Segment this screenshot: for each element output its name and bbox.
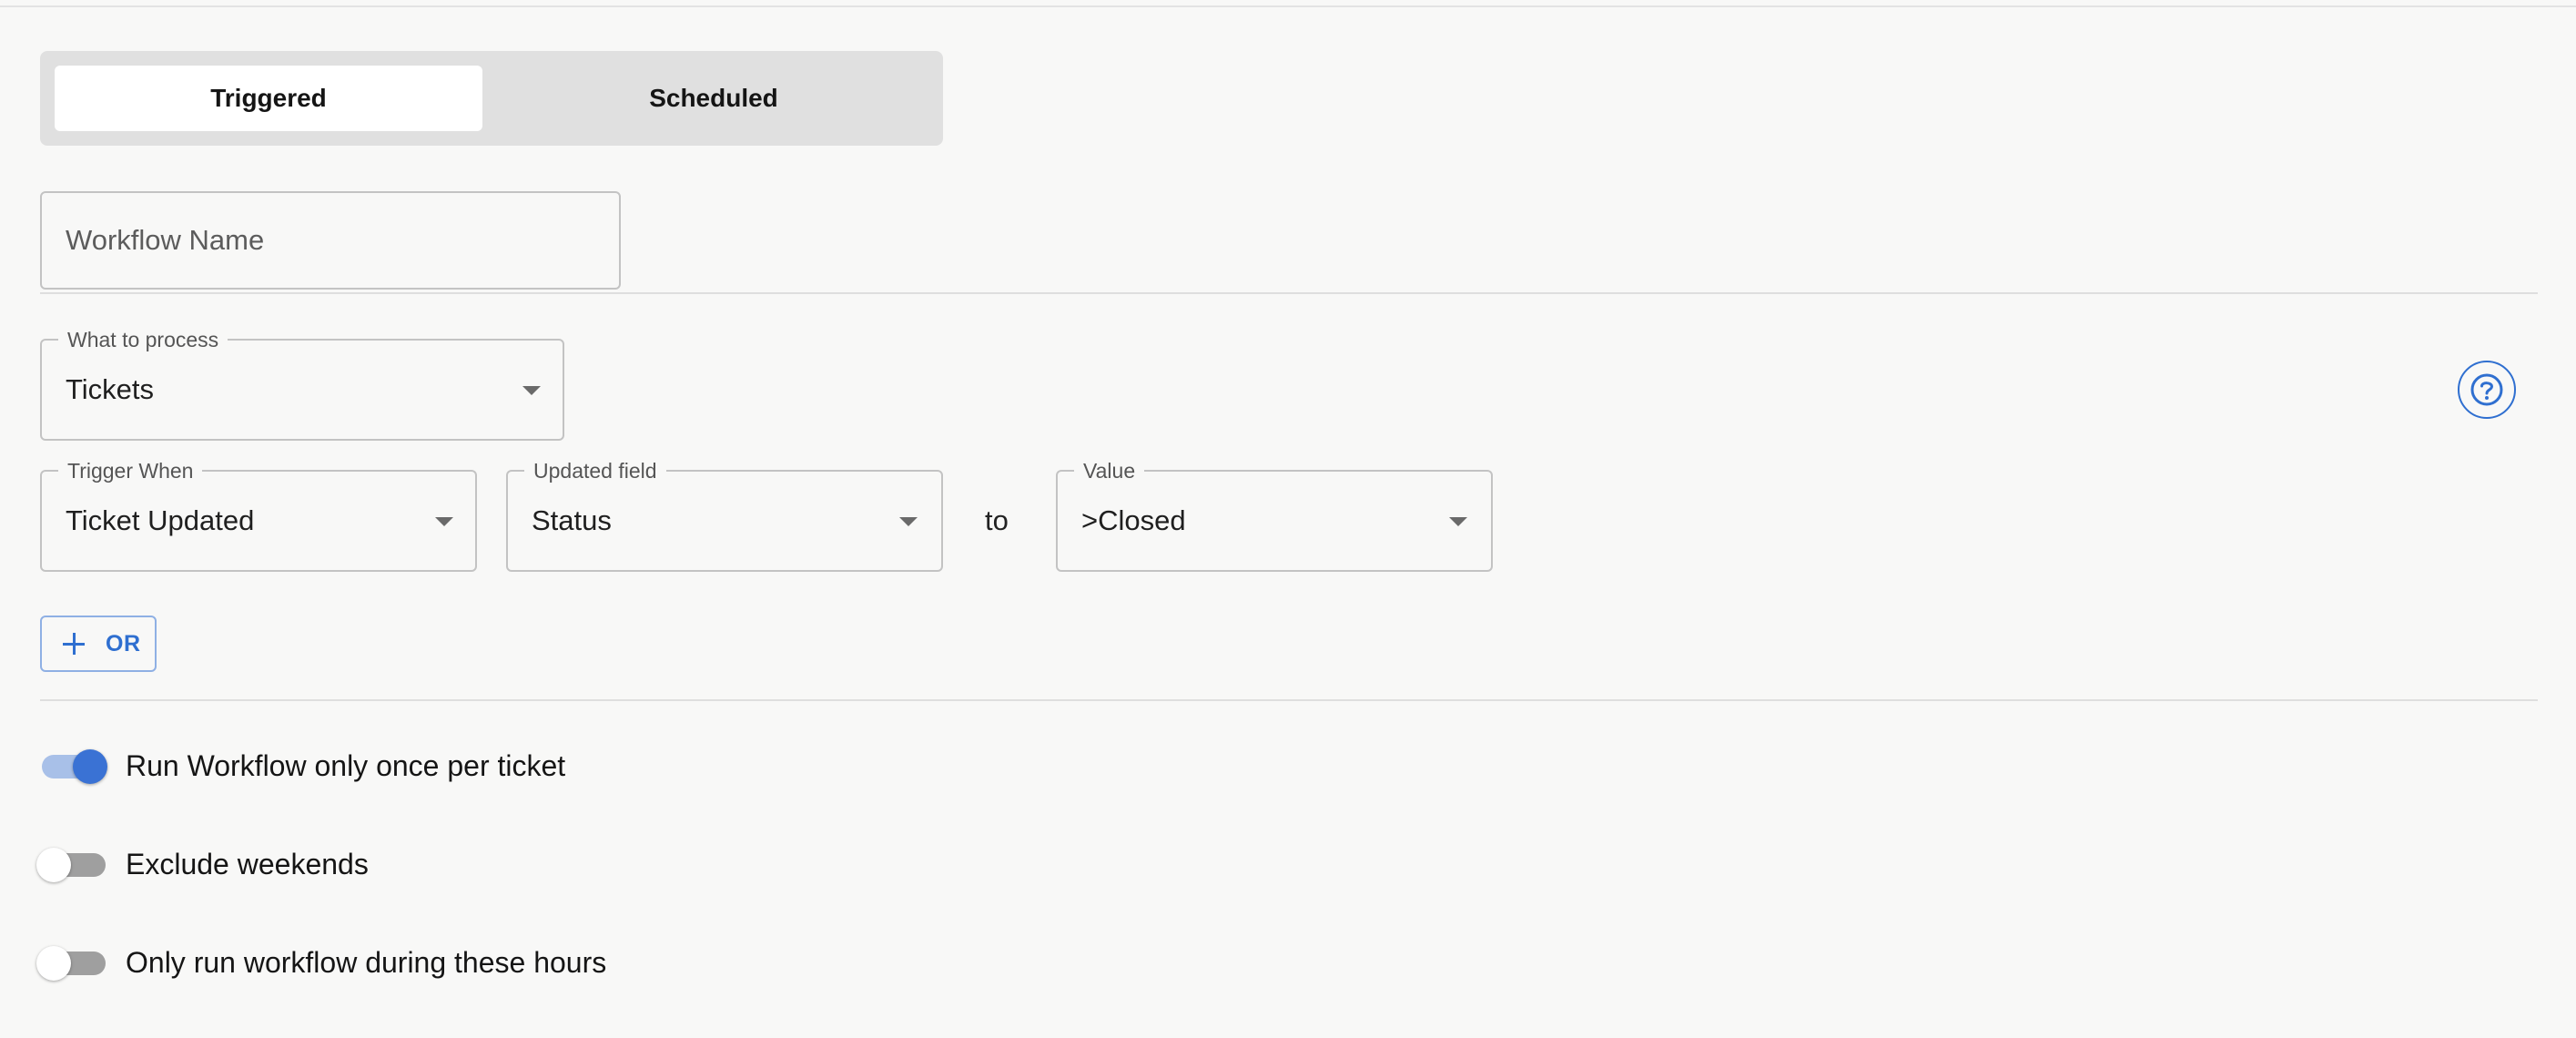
updated-field-select[interactable]: Updated field Status <box>506 459 943 572</box>
process-select-value: Tickets <box>66 373 155 405</box>
process-select[interactable]: What to process Tickets <box>40 328 564 441</box>
toggle-thumb <box>36 848 71 882</box>
help-button[interactable] <box>2458 361 2516 419</box>
value-select-value: >Closed <box>1081 504 1186 536</box>
toggle-thumb <box>73 749 107 784</box>
tab-triggered[interactable]: Triggered <box>55 66 482 131</box>
question-circle-icon <box>2470 373 2503 406</box>
option-run-once: Run Workflow only once per ticket <box>36 740 565 791</box>
options-divider <box>40 699 2538 701</box>
section-divider <box>40 292 2538 294</box>
connector-text: to <box>985 504 1009 536</box>
add-or-condition-button[interactable]: OR <box>40 616 157 672</box>
working-hours-toggle[interactable] <box>36 937 109 988</box>
exclude-weekends-toggle[interactable] <box>36 839 109 890</box>
chevron-down-icon <box>522 386 541 395</box>
workflow-type-toggle: Triggered Scheduled <box>40 51 943 146</box>
plus-icon <box>62 632 86 656</box>
updated-field-value: Status <box>532 504 612 536</box>
chevron-down-icon <box>1449 517 1467 526</box>
workflow-name-field <box>40 191 621 290</box>
tab-scheduled[interactable]: Scheduled <box>499 66 928 131</box>
option-working-hours: Only run workflow during these hours <box>36 937 606 988</box>
toggle-thumb <box>36 946 71 981</box>
run-once-label: Run Workflow only once per ticket <box>126 748 566 782</box>
top-divider <box>0 5 2576 7</box>
chevron-down-icon <box>435 517 453 526</box>
value-select[interactable]: Value >Closed <box>1056 459 1493 572</box>
trigger-when-select[interactable]: Trigger When Ticket Updated <box>40 459 477 572</box>
trigger-when-value: Ticket Updated <box>66 504 255 536</box>
run-once-toggle[interactable] <box>36 740 109 791</box>
working-hours-label: Only run workflow during these hours <box>126 945 607 979</box>
or-button-label: OR <box>106 630 141 656</box>
chevron-down-icon <box>899 517 918 526</box>
exclude-weekends-label: Exclude weekends <box>126 847 369 880</box>
option-exclude-weekends: Exclude weekends <box>36 839 369 890</box>
workflow-name-input[interactable] <box>66 193 593 288</box>
